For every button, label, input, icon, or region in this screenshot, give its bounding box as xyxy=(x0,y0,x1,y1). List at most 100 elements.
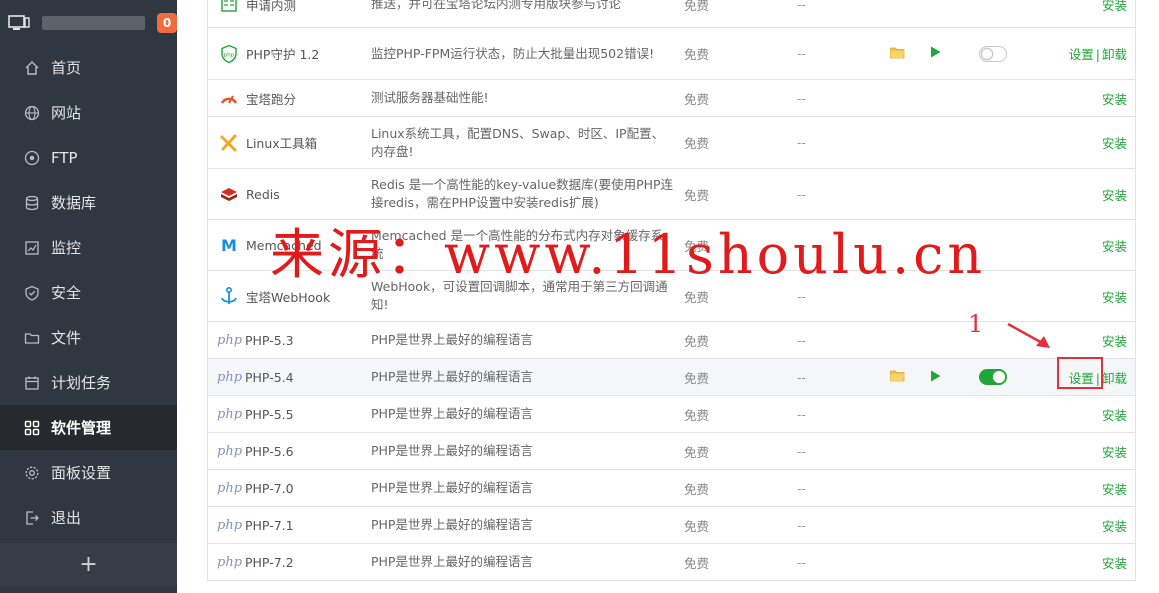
add-button[interactable]: + xyxy=(0,543,177,586)
home-display-toggle[interactable] xyxy=(978,45,1007,62)
plugin-price: 免费 xyxy=(684,444,710,460)
install-button[interactable]: 安装 xyxy=(1102,239,1127,254)
software-table: 申请内测 推送，并可在宝塔论坛内测专用版块参与讨论 免费 -- 安装 php PHP守护 1… xyxy=(207,0,1136,581)
toggle-knob xyxy=(992,371,1005,383)
watermark: 来源：www.11shoulu.cn xyxy=(270,223,987,286)
plugin-name-cell: php PHP-7.0 xyxy=(208,481,371,496)
operation-cell: 安装 xyxy=(1030,516,1135,535)
install-button[interactable]: 安装 xyxy=(1102,188,1127,203)
plugin-expire: -- xyxy=(797,46,807,61)
table-row: php PHP-7.2 PHP是世界上最好的编程语言 免费 -- 安装 xyxy=(208,543,1135,580)
memcached-icon: M xyxy=(217,234,241,256)
sidebar: 0 首页 网站 FTP 数据库监控安全文件 计划任务 软件管理 面板设置 退出 + xyxy=(0,0,177,593)
plugin-name-cell: php PHP-7.1 xyxy=(208,518,371,533)
plugin-expire: -- xyxy=(797,135,807,150)
operation-cell: 安装 xyxy=(1030,287,1135,306)
php-logo-icon: php xyxy=(217,332,243,348)
database-icon xyxy=(24,195,40,211)
plugin-name-cell: Linux工具箱 xyxy=(208,132,371,154)
play-icon[interactable] xyxy=(930,370,941,385)
install-button[interactable]: 安装 xyxy=(1102,445,1127,460)
plugin-name-cell: php PHP-5.4 xyxy=(208,370,371,385)
play-icon[interactable] xyxy=(930,46,941,61)
uninstall-button[interactable]: 卸载 xyxy=(1102,371,1127,386)
location-cell xyxy=(879,369,915,385)
php-logo-icon: php xyxy=(217,554,243,570)
plugin-description: PHP是世界上最好的编程语言 xyxy=(371,406,533,421)
notification-badge[interactable]: 0 xyxy=(157,12,177,33)
sidebar-item-folder[interactable]: 文件 xyxy=(0,315,177,360)
install-button[interactable]: 安装 xyxy=(1102,290,1127,305)
install-button[interactable]: 安装 xyxy=(1102,136,1127,151)
plugin-price: 免费 xyxy=(684,555,710,571)
plugin-price: 免费 xyxy=(684,0,710,13)
table-row: php PHP-5.4 PHP是世界上最好的编程语言 免费 -- 设置 | 卸载 xyxy=(208,358,1135,395)
php-logo-icon: php xyxy=(217,369,243,385)
sidebar-item-database[interactable]: 数据库 xyxy=(0,180,177,225)
plugin-name: PHP-7.2 xyxy=(245,554,294,570)
plugin-name-cell: Redis xyxy=(208,183,371,205)
install-button[interactable]: 安装 xyxy=(1102,408,1127,423)
sidebar-item-gear[interactable]: 面板设置 xyxy=(0,450,177,495)
sidebar-item-calendar[interactable]: 计划任务 xyxy=(0,360,177,405)
svg-text:php: php xyxy=(224,52,235,58)
server-name-redacted xyxy=(41,15,145,30)
operation-cell: 安装 xyxy=(1030,553,1135,572)
shield-icon xyxy=(24,285,40,301)
plugin-name: 宝塔WebHook xyxy=(246,289,331,305)
sidebar-item-home[interactable]: 首页 xyxy=(0,45,177,90)
svg-text:M: M xyxy=(221,236,237,255)
folder-icon[interactable] xyxy=(889,369,905,385)
main-content: 申请内测 推送，并可在宝塔论坛内测专用版块参与讨论 免费 -- 安装 php PHP守护 1… xyxy=(177,0,1159,593)
sidebar-item-ftp[interactable]: FTP xyxy=(0,135,177,180)
install-button[interactable]: 安装 xyxy=(1102,482,1127,497)
plugin-expire: -- xyxy=(797,554,807,570)
sidebar-item-grid[interactable]: 软件管理 xyxy=(0,405,177,450)
sidebar-item-label: 监控 xyxy=(51,239,82,257)
table-row: php PHP-5.5 PHP是世界上最好的编程语言 免费 -- 安装 xyxy=(208,395,1135,432)
install-button[interactable]: 安装 xyxy=(1102,334,1127,349)
beta-test-icon xyxy=(217,0,241,15)
sidebar-item-monitor[interactable]: 监控 xyxy=(0,225,177,270)
home-display-toggle[interactable] xyxy=(978,369,1007,385)
install-button[interactable]: 安装 xyxy=(1102,519,1127,534)
operation-cell: 设置 | 卸载 xyxy=(1030,368,1135,387)
sidebar-item-logout[interactable]: 退出 xyxy=(0,495,177,540)
op-separator: | xyxy=(1095,370,1100,386)
plugin-expire: -- xyxy=(797,90,807,106)
settings-button[interactable]: 设置 xyxy=(1069,47,1094,62)
plugin-expire: -- xyxy=(797,480,807,496)
benchmark-icon xyxy=(217,87,241,109)
plugin-description: PHP是世界上最好的编程语言 xyxy=(371,517,533,532)
install-button[interactable]: 安装 xyxy=(1102,556,1127,571)
operation-cell: 安装 xyxy=(1030,185,1135,204)
table-row: php PHP-5.6 PHP是世界上最好的编程语言 免费 -- 安装 xyxy=(208,432,1135,469)
plugin-name-cell: php PHP-7.2 xyxy=(208,555,371,570)
home-display-cell xyxy=(955,45,1030,62)
plugin-description: PHP是世界上最好的编程语言 xyxy=(371,480,533,495)
sidebar-item-globe[interactable]: 网站 xyxy=(0,90,177,135)
operation-cell: 安装 xyxy=(1030,405,1135,424)
plugin-description: PHP是世界上最好的编程语言 xyxy=(371,554,533,569)
sidebar-item-shield[interactable]: 安全 xyxy=(0,270,177,315)
install-button[interactable]: 安装 xyxy=(1102,0,1127,13)
plugin-price: 免费 xyxy=(684,136,710,151)
settings-button[interactable]: 设置 xyxy=(1069,371,1094,386)
sidebar-item-label: 安全 xyxy=(51,284,82,302)
folder-icon[interactable] xyxy=(889,46,905,62)
uninstall-button[interactable]: 卸载 xyxy=(1102,47,1127,62)
plugin-expire: -- xyxy=(797,332,807,348)
folder-icon xyxy=(24,330,40,346)
plugin-name-cell: php PHP守护 1.2 xyxy=(208,43,371,65)
home-icon xyxy=(24,60,40,76)
op-separator: | xyxy=(1095,47,1100,62)
install-button[interactable]: 安装 xyxy=(1102,92,1127,107)
plugin-description: PHP是世界上最好的编程语言 xyxy=(371,369,533,384)
sidebar-item-label: 数据库 xyxy=(51,194,97,212)
plugin-name: 宝塔跑分 xyxy=(246,91,297,107)
plugin-price: 免费 xyxy=(684,91,710,107)
plugin-description: 推送，并可在宝塔论坛内测专用版块参与讨论 xyxy=(371,0,622,11)
plugin-description: 监控PHP-FPM运行状态，防止大批量出现502错误! xyxy=(371,45,655,61)
ftp-icon xyxy=(24,150,40,166)
operation-cell: 安装 xyxy=(1030,89,1135,108)
